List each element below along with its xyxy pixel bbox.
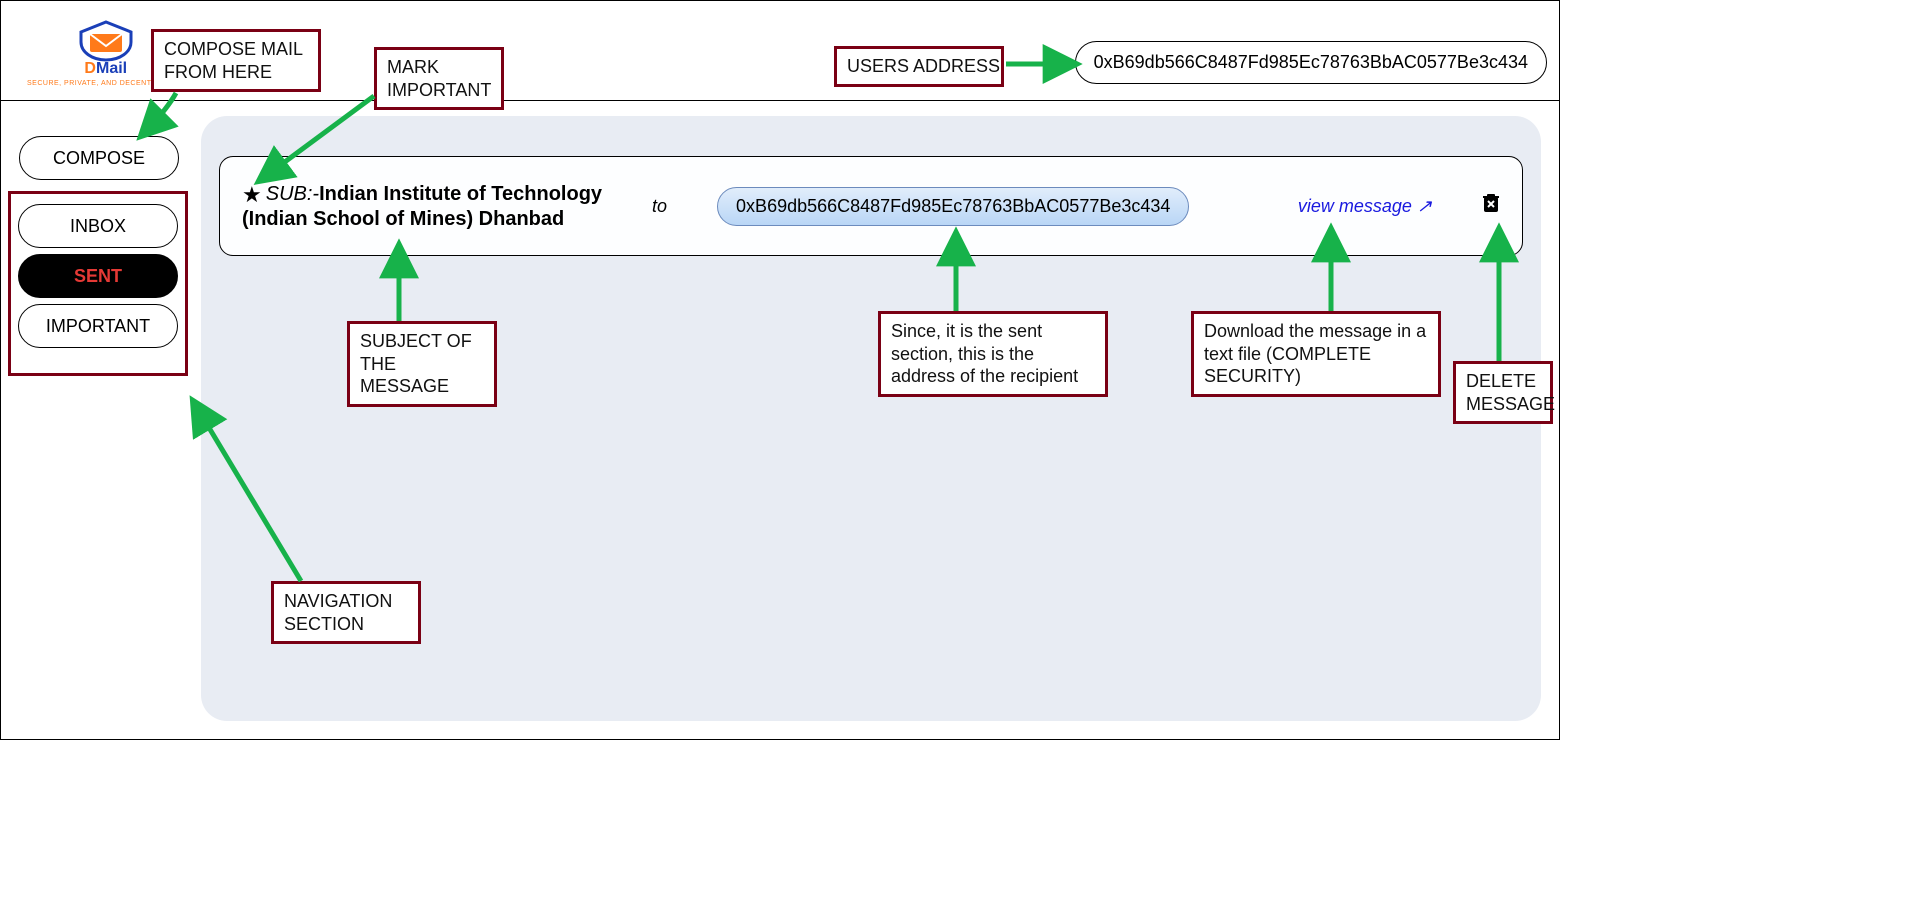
nav-inbox[interactable]: INBOX: [18, 204, 178, 248]
annotation-nav: NAVIGATION SECTION: [271, 581, 421, 644]
subject-line1: Indian Institute of Technology: [319, 183, 602, 205]
message-row[interactable]: ★ SUB:-Indian Institute of Technology (I…: [219, 156, 1523, 256]
subject-prefix: SUB:-: [266, 183, 319, 205]
star-icon[interactable]: ★: [242, 182, 262, 208]
user-address-pill[interactable]: 0xB69db566C8487Fd985Ec78763BbAC0577Be3c4…: [1075, 41, 1547, 84]
subject-line2: (Indian School of Mines) Dhanbad: [242, 208, 602, 231]
nav-section: INBOX SENT IMPORTANT: [8, 191, 188, 376]
annotation-users-address: USERS ADDRESS: [834, 46, 1004, 87]
annotation-mark-important: MARK IMPORTANT: [374, 47, 504, 110]
annotation-compose: COMPOSE MAIL FROM HERE: [151, 29, 321, 92]
message-subject-block: ★ SUB:-Indian Institute of Technology (I…: [242, 182, 602, 231]
annotation-delete: DELETE MESSAGE: [1453, 361, 1553, 424]
nav-sent[interactable]: SENT: [18, 254, 178, 298]
view-message-link[interactable]: view message ↗: [1298, 196, 1432, 217]
annotation-download: Download the message in a text file (COM…: [1191, 311, 1441, 397]
shield-mail-icon: [76, 20, 136, 62]
compose-button[interactable]: COMPOSE: [19, 136, 179, 180]
annotation-recipient: Since, it is the sent section, this is t…: [878, 311, 1108, 397]
recipient-address-pill[interactable]: 0xB69db566C8487Fd985Ec78763BbAC0577Be3c4…: [717, 187, 1189, 226]
delete-icon[interactable]: [1482, 192, 1500, 220]
nav-important[interactable]: IMPORTANT: [18, 304, 178, 348]
annotation-subject: SUBJECT OF THE MESSAGE: [347, 321, 497, 407]
to-label: to: [652, 196, 667, 217]
